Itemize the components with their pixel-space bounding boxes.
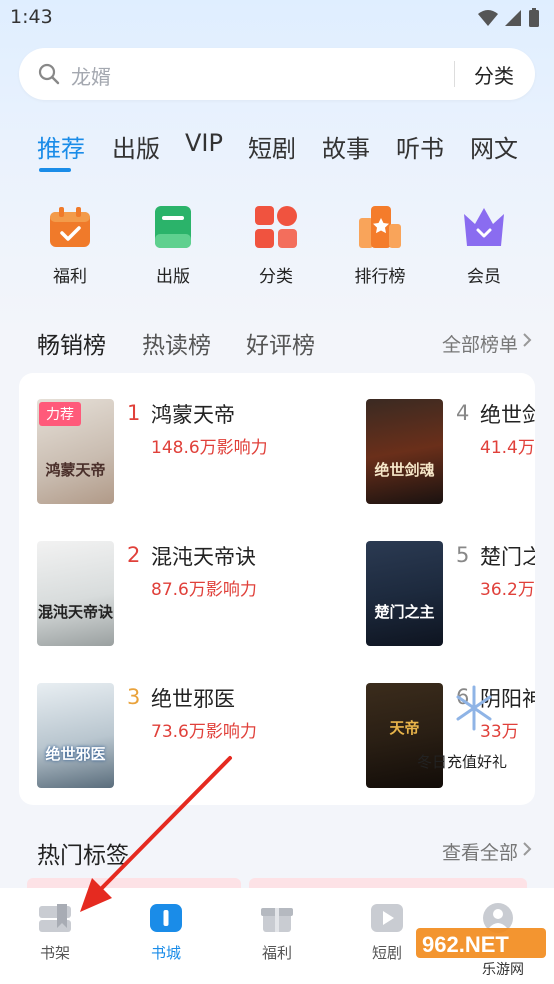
- bookstore-icon: [148, 902, 184, 934]
- hot-tags-title: 热门标签: [37, 843, 129, 869]
- cover-title: 绝世邪医: [45, 745, 106, 763]
- promo-banner-text[interactable]: 冬日充值好礼: [417, 751, 507, 772]
- status-bar: 1:43: [0, 0, 554, 38]
- book-cover: 天帝: [366, 683, 443, 788]
- category-button[interactable]: 分类: [474, 60, 514, 89]
- book-item[interactable]: 力荐 鸿蒙天帝 1 鸿蒙天帝 148.6万影响力: [37, 399, 277, 505]
- ranking-icon: [357, 204, 403, 250]
- book-title: 鸿蒙天帝: [151, 403, 235, 427]
- quick-link-label: 会员: [467, 267, 501, 287]
- quick-link-label: 分类: [259, 267, 293, 287]
- rank-tab-top-rated[interactable]: 好评榜: [246, 326, 315, 360]
- book-title: 混沌天帝诀: [151, 545, 256, 569]
- gift-icon: [259, 902, 295, 934]
- recommend-badge: 力荐: [39, 402, 81, 426]
- hot-tag-chips: [19, 878, 535, 888]
- chevron-right-icon: [523, 333, 532, 347]
- quick-link-publish[interactable]: 出版: [138, 204, 208, 287]
- tab-audiobook[interactable]: 听书: [396, 129, 444, 164]
- cover-title: 鸿蒙天帝: [45, 461, 106, 479]
- rank-tab-hot-read[interactable]: 热读榜: [142, 326, 211, 360]
- quick-link-welfare[interactable]: 福利: [35, 204, 105, 287]
- ranking-tabs: 畅销榜 热读榜 好评榜 全部榜单: [0, 326, 554, 360]
- book-impact: 36.2万: [480, 580, 535, 600]
- tab-story[interactable]: 故事: [322, 129, 370, 164]
- nav-label: 短剧: [371, 944, 402, 962]
- search-icon: [38, 63, 60, 85]
- rank-number: 3: [127, 685, 141, 709]
- book-item[interactable]: 楚门之主 5 楚门之 36.2万: [366, 541, 535, 647]
- channel-tabs: 推荐 出版 VIP 短剧 故事 听书 网文: [0, 125, 554, 175]
- book-cover: 楚门之主: [366, 541, 443, 646]
- tab-recommend[interactable]: 推荐: [37, 129, 85, 164]
- hot-tag-chip[interactable]: [249, 878, 527, 888]
- book-icon: [150, 204, 196, 250]
- cover-title: 混沌天帝诀: [37, 603, 113, 621]
- search-input[interactable]: 龙婿: [71, 61, 111, 90]
- view-all-tags-link[interactable]: 查看全部: [442, 838, 518, 865]
- book-item[interactable]: 绝世剑魂 4 绝世剑 41.4万: [366, 399, 535, 505]
- signal-icon: [505, 10, 521, 26]
- bookshelf-icon: [37, 902, 73, 934]
- nav-short-drama[interactable]: 短剧: [347, 902, 427, 963]
- book-title: 楚门之: [480, 545, 535, 569]
- book-cover: 绝世剑魂: [366, 399, 443, 504]
- rank-number: 2: [127, 543, 141, 567]
- nav-welfare[interactable]: 福利: [237, 902, 317, 963]
- crown-icon: [461, 204, 507, 250]
- quick-link-label: 排行榜: [354, 267, 406, 287]
- book-cover: 绝世邪医: [37, 683, 114, 788]
- ranking-card: 力荐 鸿蒙天帝 1 鸿蒙天帝 148.6万影响力 混沌天帝诀 2 混沌天帝诀 8…: [19, 373, 535, 805]
- rank-number: 4: [456, 401, 470, 425]
- quick-link-category[interactable]: 分类: [241, 204, 311, 287]
- book-item[interactable]: 绝世邪医 3 绝世邪医 73.6万影响力: [37, 683, 277, 789]
- snowflake-icon: [456, 685, 492, 731]
- cover-title: 楚门之主: [374, 603, 435, 621]
- quick-link-member[interactable]: 会员: [449, 204, 519, 287]
- nav-label: 福利: [261, 944, 292, 962]
- svg-text:962.NET: 962.NET: [422, 932, 509, 957]
- rank-number: 1: [127, 401, 141, 425]
- all-rankings-link[interactable]: 全部榜单: [442, 330, 518, 357]
- tab-short-drama[interactable]: 短剧: [248, 129, 296, 164]
- category-grid-icon: [253, 204, 299, 250]
- rank-tab-bestseller[interactable]: 畅销榜: [37, 326, 106, 360]
- book-title: 绝世邪医: [151, 687, 235, 711]
- search-bar[interactable]: 龙婿 分类: [19, 48, 535, 100]
- book-cover: 混沌天帝诀: [37, 541, 114, 646]
- nav-label: 书架: [39, 944, 70, 962]
- cover-title: 绝世剑魂: [374, 461, 435, 479]
- svg-text:乐游网: 乐游网: [482, 962, 524, 978]
- wifi-icon: [478, 10, 498, 26]
- quick-link-ranking[interactable]: 排行榜: [345, 204, 415, 287]
- book-impact: 148.6万影响力: [151, 438, 268, 458]
- book-item[interactable]: 混沌天帝诀 2 混沌天帝诀 87.6万影响力: [37, 541, 277, 647]
- chevron-right-icon: [523, 842, 532, 856]
- gift-calendar-icon: [47, 204, 93, 250]
- quick-link-label: 出版: [156, 267, 190, 287]
- nav-bookstore[interactable]: 书城: [126, 902, 206, 963]
- book-title: 绝世剑: [480, 403, 535, 427]
- hot-tag-chip[interactable]: [27, 878, 241, 888]
- book-impact: 41.4万: [480, 438, 535, 458]
- nav-label: 书城: [150, 944, 181, 962]
- rank-number: 5: [456, 543, 470, 567]
- nav-bookshelf[interactable]: 书架: [15, 902, 95, 963]
- cover-title: 天帝: [389, 719, 420, 737]
- book-impact: 73.6万影响力: [151, 722, 257, 742]
- tab-publish[interactable]: 出版: [112, 129, 160, 164]
- tab-vip[interactable]: VIP: [185, 129, 223, 157]
- battery-icon: [529, 8, 539, 27]
- quick-link-label: 福利: [53, 267, 87, 287]
- search-divider: [454, 61, 455, 87]
- tab-active-indicator: [39, 168, 71, 172]
- play-video-icon: [369, 902, 405, 934]
- book-impact: 87.6万影响力: [151, 580, 257, 600]
- tab-web-novel[interactable]: 网文: [470, 129, 518, 164]
- book-item[interactable]: 天帝 6 阴阳神 33万: [366, 683, 535, 789]
- watermark-logo: 962.NET 乐游网: [416, 922, 546, 978]
- status-time: 1:43: [10, 6, 53, 28]
- book-cover: 力荐 鸿蒙天帝: [37, 399, 114, 504]
